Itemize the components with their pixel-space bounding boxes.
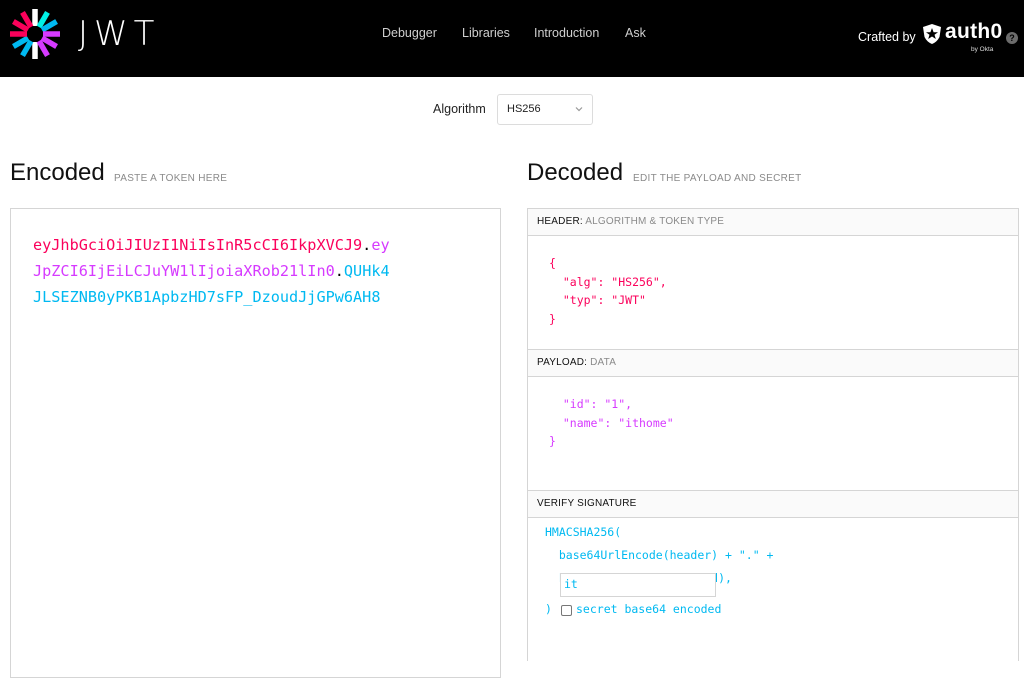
help-circle-icon[interactable]: ? <box>1006 32 1018 44</box>
top-bar: JWT Debugger Libraries Introduction Ask … <box>0 0 1024 77</box>
payload-panel-sublabel: DATA <box>590 357 617 368</box>
secret-base64-label[interactable]: secret base64 encoded <box>576 602 721 616</box>
encoded-subtitle: PASTE A TOKEN HERE <box>114 173 228 184</box>
encoded-token-editor[interactable]: eyJhbGciOiJIUzI1NiIsInR5cCI6IkpXVCJ9.ey … <box>10 208 501 678</box>
auth0-brand-link[interactable]: auth0 by Okta <box>921 20 1003 54</box>
token-payload-segment: ey <box>371 236 390 254</box>
nav-ask[interactable]: Ask <box>625 26 646 40</box>
header-panel-label: HEADER: <box>537 216 583 227</box>
header-panel: HEADER: ALGORITHM & TOKEN TYPE { "alg": … <box>527 208 1019 350</box>
chevron-down-icon <box>575 107 583 112</box>
token-signature-segment: JLSEZNB0yPKB1ApbzHD7sFP_DzoudJjGPw6AH8 <box>33 288 381 306</box>
nav-debugger[interactable]: Debugger <box>382 26 437 40</box>
token-line: JpZCI6IjEiLCJuYW1lIjoiaXRob21lIn0.QUHk4 <box>33 258 473 284</box>
signature-panel: VERIFY SIGNATURE HMACSHA256( base64UrlEn… <box>527 490 1019 661</box>
token-dot: . <box>334 262 344 280</box>
token-header-segment: eyJhbGciOiJIUzI1NiIsInR5cCI6IkpXVCJ9 <box>33 236 363 254</box>
token-payload-segment: JpZCI6IjEiLCJuYW1lIjoiaXRob21lIn0 <box>33 262 335 280</box>
crafted-by-label: Crafted by <box>858 30 916 44</box>
by-okta-label: by Okta <box>971 46 994 53</box>
decoded-subtitle: EDIT THE PAYLOAD AND SECRET <box>633 173 802 184</box>
secret-base64-checkbox[interactable] <box>561 605 572 616</box>
auth0-shield-icon <box>923 24 941 44</box>
header-json-editor[interactable]: { "alg": "HS256", "typ": "JWT" } <box>549 254 667 328</box>
header-panel-title: HEADER: ALGORITHM & TOKEN TYPE <box>528 209 1018 236</box>
signature-close-paren: ) <box>545 602 552 616</box>
token-signature-segment: QUHk4 <box>343 262 390 280</box>
algorithm-select[interactable]: HS256 <box>497 94 593 125</box>
header-panel-sublabel: ALGORITHM & TOKEN TYPE <box>585 216 725 227</box>
payload-panel: PAYLOAD: DATA "id": "1", "name": "ithome… <box>527 349 1019 491</box>
nav-introduction[interactable]: Introduction <box>534 26 599 40</box>
token-dot: . <box>362 236 372 254</box>
token-line: eyJhbGciOiJIUzI1NiIsInR5cCI6IkpXVCJ9.ey <box>33 232 473 258</box>
payload-json-editor[interactable]: "id": "1", "name": "ithome" } <box>549 395 674 451</box>
payload-panel-title: PAYLOAD: DATA <box>528 350 1018 377</box>
encoded-title: Encoded <box>10 159 105 186</box>
algorithm-label: Algorithm <box>433 102 486 116</box>
payload-panel-label: PAYLOAD: <box>537 357 588 368</box>
encoded-token-text[interactable]: eyJhbGciOiJIUzI1NiIsInR5cCI6IkpXVCJ9.ey … <box>33 232 473 310</box>
signature-panel-title: VERIFY SIGNATURE <box>528 491 1018 518</box>
nav-libraries[interactable]: Libraries <box>462 26 510 40</box>
secret-input[interactable]: it <box>560 573 716 597</box>
decoded-title: Decoded <box>527 159 624 186</box>
token-line: JLSEZNB0yPKB1ApbzHD7sFP_DzoudJjGPw6AH8 <box>33 284 473 310</box>
auth0-wordmark: auth0 <box>945 20 1003 43</box>
algorithm-selected-value: HS256 <box>507 103 541 115</box>
